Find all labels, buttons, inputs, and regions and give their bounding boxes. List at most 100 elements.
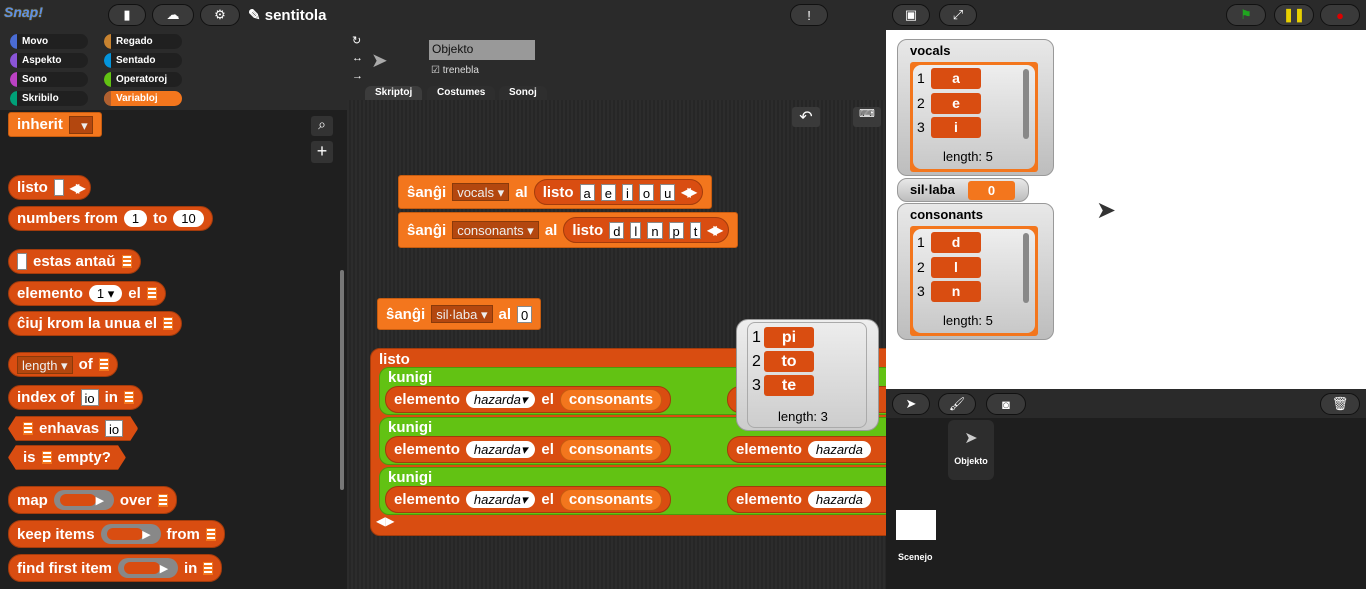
list-item-input[interactable]: l bbox=[630, 221, 642, 239]
is-empty-block[interactable]: is empty? bbox=[8, 445, 126, 470]
list-item-input[interactable]: e bbox=[600, 183, 617, 201]
listo-block[interactable]: listo ◀▶ bbox=[8, 175, 92, 200]
settings-button[interactable]: ⚙ bbox=[200, 4, 240, 26]
variable-dropdown[interactable]: vocals ▾ bbox=[452, 183, 510, 201]
arrows-icon[interactable]: ◀▶ bbox=[707, 223, 723, 237]
index-dropdown[interactable]: hazarda bbox=[807, 491, 871, 508]
listo-reporter[interactable]: listo d l n p t ◀▶ bbox=[563, 217, 729, 243]
set-vocals-block[interactable]: ŝanĝi vocals ▾ al listo a e i o u ◀▶ bbox=[398, 175, 712, 209]
numbers-from-block[interactable]: numbers from 1 to 10 bbox=[8, 206, 213, 231]
category-variabloj[interactable]: Variabloj bbox=[104, 91, 182, 106]
rotate-icon[interactable]: ↻ bbox=[352, 34, 361, 47]
value-input[interactable]: 0 bbox=[517, 305, 533, 323]
index-dropdown[interactable]: hazarda▾ bbox=[465, 391, 536, 408]
inherit-dropdown[interactable]: ▾ bbox=[68, 115, 93, 134]
index-input[interactable]: 1 ▾ bbox=[88, 285, 123, 302]
index-of-block[interactable]: index of io in bbox=[8, 385, 143, 410]
tab-skriptoj[interactable]: Skriptoj bbox=[365, 86, 423, 100]
set-sillaba-block[interactable]: ŝanĝi sil·laba ▾ al 0 bbox=[377, 298, 542, 330]
stage-thumbnail[interactable] bbox=[896, 510, 936, 540]
category-sentado[interactable]: Sentado bbox=[104, 53, 182, 68]
stage[interactable]: vocals 1a 2e 3i length: 5 sil·laba 0 con… bbox=[886, 30, 1366, 389]
cloud-button[interactable]: ☁ bbox=[152, 4, 194, 26]
category-regado[interactable]: Regado bbox=[104, 34, 182, 49]
category-operatoroj[interactable]: Operatoroj bbox=[104, 72, 182, 87]
vocals-watcher[interactable]: vocals 1a 2e 3i length: 5 bbox=[897, 39, 1054, 176]
paintbrush-icon[interactable]: 🖌 bbox=[938, 393, 976, 415]
consonants-watcher[interactable]: consonants 1d 2l 3n length: 5 bbox=[897, 203, 1054, 340]
stop-sign-toggle[interactable]: ! bbox=[790, 4, 828, 26]
input-slot[interactable] bbox=[53, 179, 64, 196]
tab-costumes[interactable]: Costumes bbox=[427, 86, 496, 100]
consonants-variable[interactable]: consonants bbox=[559, 488, 663, 511]
list-item-input[interactable]: a bbox=[579, 183, 595, 201]
list-cell[interactable]: n bbox=[931, 281, 981, 302]
index-dropdown[interactable]: hazarda▾ bbox=[465, 491, 536, 508]
elemento-reporter[interactable]: elemento hazarda bbox=[727, 436, 886, 463]
elemento-reporter[interactable]: elemento hazarda bbox=[727, 486, 886, 513]
list-item-input[interactable]: n bbox=[647, 221, 663, 239]
index-dropdown[interactable]: hazarda▾ bbox=[465, 441, 536, 458]
ciuj-krom-block[interactable]: ĉiuj krom la unua el bbox=[8, 311, 183, 336]
find-first-item-block[interactable]: find first item ▸ in bbox=[8, 554, 223, 582]
set-consonants-block[interactable]: ŝanĝi consonants ▾ al listo d l n p t ◀▶ bbox=[398, 212, 738, 248]
file-button[interactable]: ▮ bbox=[108, 4, 146, 26]
flip-icon[interactable]: ↔ bbox=[352, 52, 363, 64]
variable-dropdown[interactable]: sil·laba ▾ bbox=[431, 305, 493, 323]
list-scrollbar[interactable] bbox=[1023, 69, 1029, 139]
sprite-icon-objekto[interactable]: ➤ Objekto bbox=[948, 420, 994, 480]
keyboard-icon[interactable]: ⌨ bbox=[853, 107, 881, 127]
list-item-input[interactable]: i bbox=[622, 183, 633, 201]
category-aspekto[interactable]: Aspekto bbox=[10, 53, 88, 68]
elemento-reporter[interactable]: elemento hazarda▾ el consonants bbox=[385, 486, 672, 513]
inherit-block[interactable]: inherit ▾ bbox=[8, 112, 102, 137]
plus-icon[interactable]: + bbox=[311, 141, 333, 163]
search-icon[interactable]: ⌕ bbox=[311, 116, 333, 136]
pause-button[interactable]: ❚❚ bbox=[1274, 4, 1314, 26]
input-slot[interactable]: io bbox=[105, 420, 123, 437]
turtle-icon[interactable]: ➤ bbox=[892, 393, 930, 415]
sprite-name-input[interactable]: Objekto bbox=[429, 40, 535, 60]
category-movo[interactable]: Movo bbox=[10, 34, 88, 49]
to-input[interactable]: 10 bbox=[173, 210, 204, 227]
list-item-input[interactable]: t bbox=[689, 221, 702, 239]
category-skribilo[interactable]: Skribilo bbox=[10, 91, 88, 106]
elemento-reporter[interactable]: elemento hazarda▾ el consonants bbox=[385, 436, 672, 463]
ring-slot[interactable]: ▸ bbox=[118, 558, 179, 578]
enhavas-block[interactable]: enhavas io bbox=[8, 416, 138, 441]
sprite-arrow-icon[interactable]: ➤ bbox=[1096, 196, 1116, 225]
list-cell[interactable]: l bbox=[931, 257, 981, 278]
list-item-input[interactable]: o bbox=[638, 183, 655, 201]
consonants-variable[interactable]: consonants bbox=[559, 388, 663, 411]
trash-icon[interactable]: 🗑 bbox=[1320, 393, 1360, 415]
estas-antau-block[interactable]: estas antaŭ bbox=[8, 249, 141, 274]
list-item-input[interactable]: u bbox=[660, 183, 676, 201]
green-flag-button[interactable]: ⚑ bbox=[1226, 4, 1266, 26]
length-of-block[interactable]: length ▾ of bbox=[8, 352, 118, 377]
list-cell[interactable]: i bbox=[931, 117, 981, 138]
no-rotate-icon[interactable]: → bbox=[352, 70, 363, 82]
elemento-block[interactable]: elemento 1 ▾ el bbox=[8, 281, 166, 306]
list-cell[interactable]: d bbox=[931, 232, 981, 253]
stage-size-button[interactable]: ▣ bbox=[892, 4, 930, 26]
arrows-icon[interactable]: ◀▶ bbox=[681, 185, 697, 199]
category-sono[interactable]: Sono bbox=[10, 72, 88, 87]
undo-icon[interactable]: ↶ bbox=[792, 107, 820, 127]
index-dropdown[interactable]: hazarda bbox=[807, 441, 871, 458]
consonants-variable[interactable]: consonants bbox=[559, 438, 663, 461]
draggable-checkbox[interactable]: ☑ trenebla bbox=[431, 65, 479, 76]
list-cell[interactable]: e bbox=[931, 93, 981, 114]
keep-items-block[interactable]: keep items ▸ from bbox=[8, 520, 225, 548]
list-scrollbar[interactable] bbox=[1023, 233, 1029, 303]
input-slot[interactable]: io bbox=[80, 389, 99, 406]
list-cell[interactable]: a bbox=[931, 68, 981, 89]
ring-slot[interactable]: ▸ bbox=[53, 490, 114, 510]
palette-scrollbar[interactable] bbox=[340, 270, 344, 490]
camera-icon[interactable]: ◙ bbox=[986, 393, 1026, 415]
list-item-input[interactable]: d bbox=[609, 221, 625, 239]
from-input[interactable]: 1 bbox=[123, 210, 148, 227]
ring-slot[interactable]: ▸ bbox=[100, 524, 161, 544]
map-block[interactable]: map ▸ over bbox=[8, 486, 177, 514]
list-item-input[interactable]: p bbox=[668, 221, 684, 239]
variable-dropdown[interactable]: consonants ▾ bbox=[452, 221, 539, 239]
